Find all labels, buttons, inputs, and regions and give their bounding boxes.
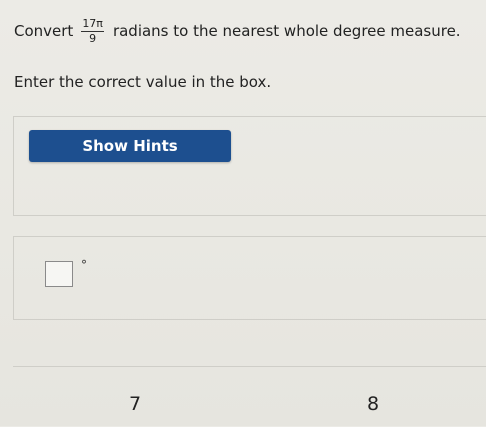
fraction-denominator: 9 bbox=[89, 31, 97, 45]
question-text: Convert 17π 9 radians to the nearest who… bbox=[14, 18, 461, 44]
keypad-key-7[interactable]: 7 bbox=[129, 395, 141, 414]
question-suffix: radians to the nearest whole degree meas… bbox=[112, 21, 461, 40]
fraction-numerator: 17π bbox=[81, 17, 104, 32]
answer-panel bbox=[13, 236, 486, 320]
degree-symbol: ° bbox=[81, 258, 87, 272]
instruction-text: Enter the correct value in the box. bbox=[14, 73, 272, 91]
question-prefix: Convert bbox=[14, 21, 74, 40]
keypad-key-8[interactable]: 8 bbox=[367, 395, 379, 414]
answer-input[interactable] bbox=[45, 261, 73, 287]
keypad bbox=[13, 366, 486, 427]
page: Convert 17π 9 radians to the nearest who… bbox=[0, 0, 486, 426]
show-hints-button[interactable]: Show Hints bbox=[29, 130, 231, 162]
radian-fraction: 17π 9 bbox=[81, 18, 104, 44]
